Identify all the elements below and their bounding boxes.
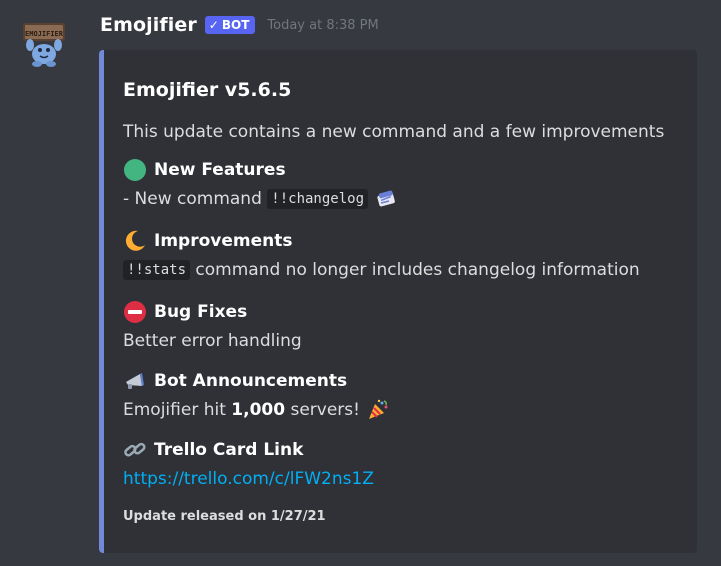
no-entry-icon [124, 301, 146, 323]
embed-field-bot-announcements: Bot Announcements Emojifier hit 1,000 se… [123, 369, 390, 422]
party-popper-icon [368, 399, 388, 419]
green-circle-icon [124, 159, 146, 181]
embed-footer: Update released on 1/27/21 [123, 509, 326, 524]
scroll-icon [377, 190, 395, 207]
field-value-text: command no longer includes changelog inf… [190, 260, 640, 280]
avatar-sign-text: EMOJIFIER [25, 30, 64, 38]
inline-code: !!changelog [267, 189, 368, 209]
field-name: Bug Fixes [154, 302, 248, 322]
embed-title: Emojifier v5.6.5 [123, 79, 292, 101]
embed-field-improvements: Improvements !!stats command no longer i… [123, 229, 640, 282]
field-name: New Features [154, 160, 286, 180]
inline-code: !!stats [123, 260, 191, 280]
megaphone-icon [126, 373, 144, 389]
verified-check-icon: ✓ [208, 18, 219, 32]
field-value-text: Better error handling [123, 331, 302, 351]
field-value-bold: 1,000 [231, 400, 286, 420]
message-embed: Emojifier v5.6.5 This update contains a … [99, 50, 697, 553]
field-name: Bot Announcements [154, 371, 348, 391]
bot-tag-label: BOT [221, 18, 250, 32]
embed-description: This update contains a new command and a… [123, 122, 665, 142]
bot-tag: ✓ BOT [204, 16, 256, 34]
field-value-text: Emojifier hit [123, 400, 232, 420]
message-header: Emojifier ✓ BOT Today at 8:38 PM [100, 14, 379, 36]
field-value-text: - New command [123, 189, 268, 209]
field-name: Trello Card Link [154, 440, 304, 460]
message-timestamp[interactable]: Today at 8:38 PM [267, 18, 378, 33]
embed-field-bug-fixes: Bug Fixes Better error handling [123, 300, 302, 353]
embed-field-trello-link: Trello Card Link https://trello.com/c/lF… [123, 438, 374, 491]
crescent-moon-icon [125, 230, 145, 251]
bot-avatar[interactable]: EMOJIFIER [16, 12, 72, 68]
link-icon [124, 442, 146, 457]
field-value-text: servers! [285, 400, 360, 420]
field-name: Improvements [154, 231, 293, 251]
embed-field-new-features: New Features - New command !!changelog [123, 158, 398, 211]
trello-card-link[interactable]: https://trello.com/c/lFW2ns1Z [123, 469, 374, 489]
username[interactable]: Emojifier [100, 14, 197, 36]
